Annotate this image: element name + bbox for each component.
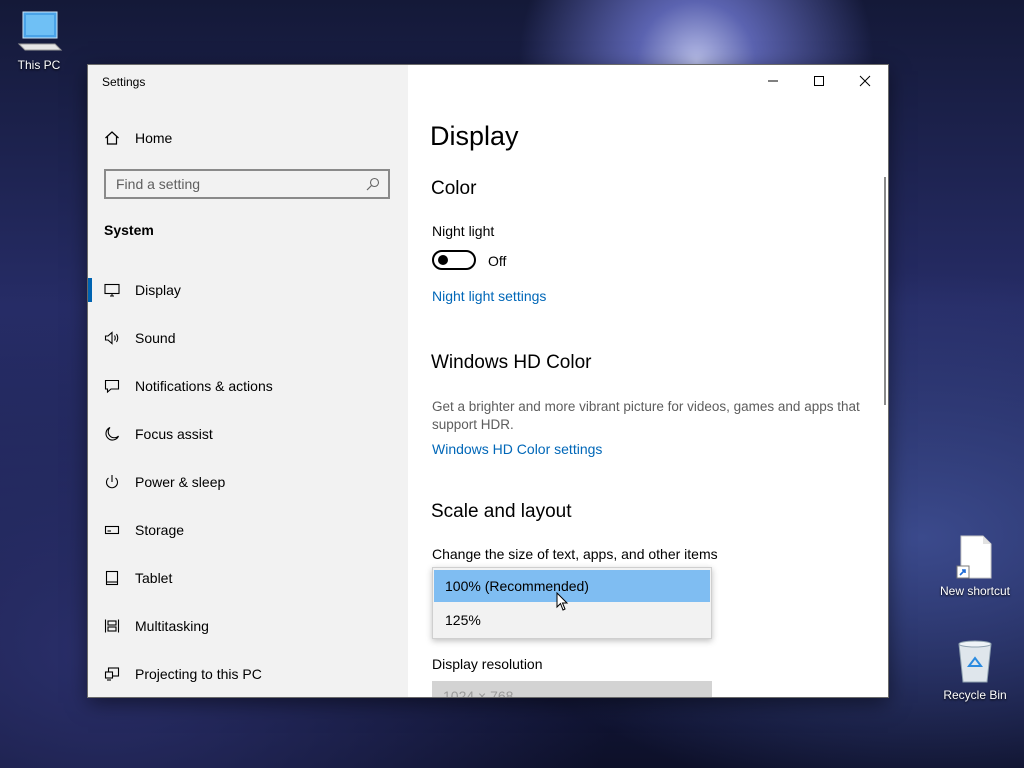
nav-item-projecting[interactable]: Projecting to this PC [88,650,408,697]
nav-item-label: Power & sleep [135,474,226,490]
desktop-icon-this-pc[interactable]: This PC [0,10,84,72]
night-light-state: Off [488,253,507,269]
scale-label: Change the size of text, apps, and other… [432,546,718,562]
nav-item-sound[interactable]: Sound [88,314,408,362]
desktop-icon-recycle-bin[interactable]: Recycle Bin [930,638,1020,702]
nav-home[interactable]: Home [104,127,172,149]
settings-window: Settings Home System Display [88,65,888,697]
resolution-select[interactable]: 1024 × 768 [432,681,712,697]
nav-item-label: Projecting to this PC [135,666,262,682]
scale-dropdown-list: 100% (Recommended) 125% [432,567,712,639]
nav-item-label: Focus assist [135,426,213,442]
tablet-icon [104,569,122,587]
moon-icon [104,425,122,443]
desktop-icon-new-shortcut[interactable]: New shortcut [930,534,1020,598]
sidebar: Settings Home System Display [88,65,408,697]
message-icon [104,377,122,395]
scale-layout-heading: Scale and layout [431,501,572,522]
nav-item-notifications[interactable]: Notifications & actions [88,362,408,410]
toggle-knob [438,255,448,265]
window-title: Settings [102,75,146,89]
nav-item-label: Notifications & actions [135,378,273,394]
color-heading: Color [431,178,477,199]
mouse-cursor-icon [556,592,569,611]
multitasking-icon [104,617,122,635]
storage-icon [104,521,122,539]
nav-home-label: Home [135,130,173,146]
nav-list: Display Sound Notifications & actions Fo… [88,266,408,697]
computer-icon [17,11,63,51]
desktop-icon-label: New shortcut [939,584,1011,598]
desktop-icon-label: Recycle Bin [943,688,1007,702]
nav-item-label: Tablet [135,570,173,586]
search-box[interactable] [104,169,390,199]
night-light-label: Night light [432,223,495,239]
scrollbar-thumb[interactable] [884,177,886,405]
section-label-system: System [104,222,154,238]
hd-color-settings-link[interactable]: Windows HD Color settings [432,441,602,457]
resolution-label: Display resolution [432,656,543,672]
recycle-bin-icon [958,640,992,683]
nav-item-storage[interactable]: Storage [88,506,408,554]
content-pane: Display Color Night light Off Night ligh… [408,65,888,697]
power-icon [104,473,122,491]
nav-item-power-sleep[interactable]: Power & sleep [88,458,408,506]
search-icon[interactable] [366,177,380,191]
scale-option-100[interactable]: 100% (Recommended) [434,570,710,602]
hd-color-heading: Windows HD Color [431,352,592,373]
nav-item-focus-assist[interactable]: Focus assist [88,410,408,458]
nav-item-label: Multitasking [135,618,209,634]
nav-item-display[interactable]: Display [88,266,408,314]
monitor-icon [104,281,122,299]
search-input[interactable] [106,176,366,192]
nav-item-multitasking[interactable]: Multitasking [88,602,408,650]
hd-color-description: Get a brighter and more vibrant picture … [432,399,860,432]
file-shortcut-icon [956,535,992,579]
night-light-settings-link[interactable]: Night light settings [432,288,546,304]
nav-item-tablet[interactable]: Tablet [88,554,408,602]
nav-item-label: Storage [135,522,185,538]
scale-option-125[interactable]: 125% [434,604,710,636]
projector-icon [104,665,122,683]
page-title: Display [430,121,519,151]
nav-item-label: Display [135,282,181,298]
home-icon [104,130,122,146]
night-light-toggle[interactable] [432,250,476,270]
nav-item-label: Sound [135,330,176,346]
desktop-icon-label: This PC [17,58,61,72]
speaker-icon [104,329,122,347]
